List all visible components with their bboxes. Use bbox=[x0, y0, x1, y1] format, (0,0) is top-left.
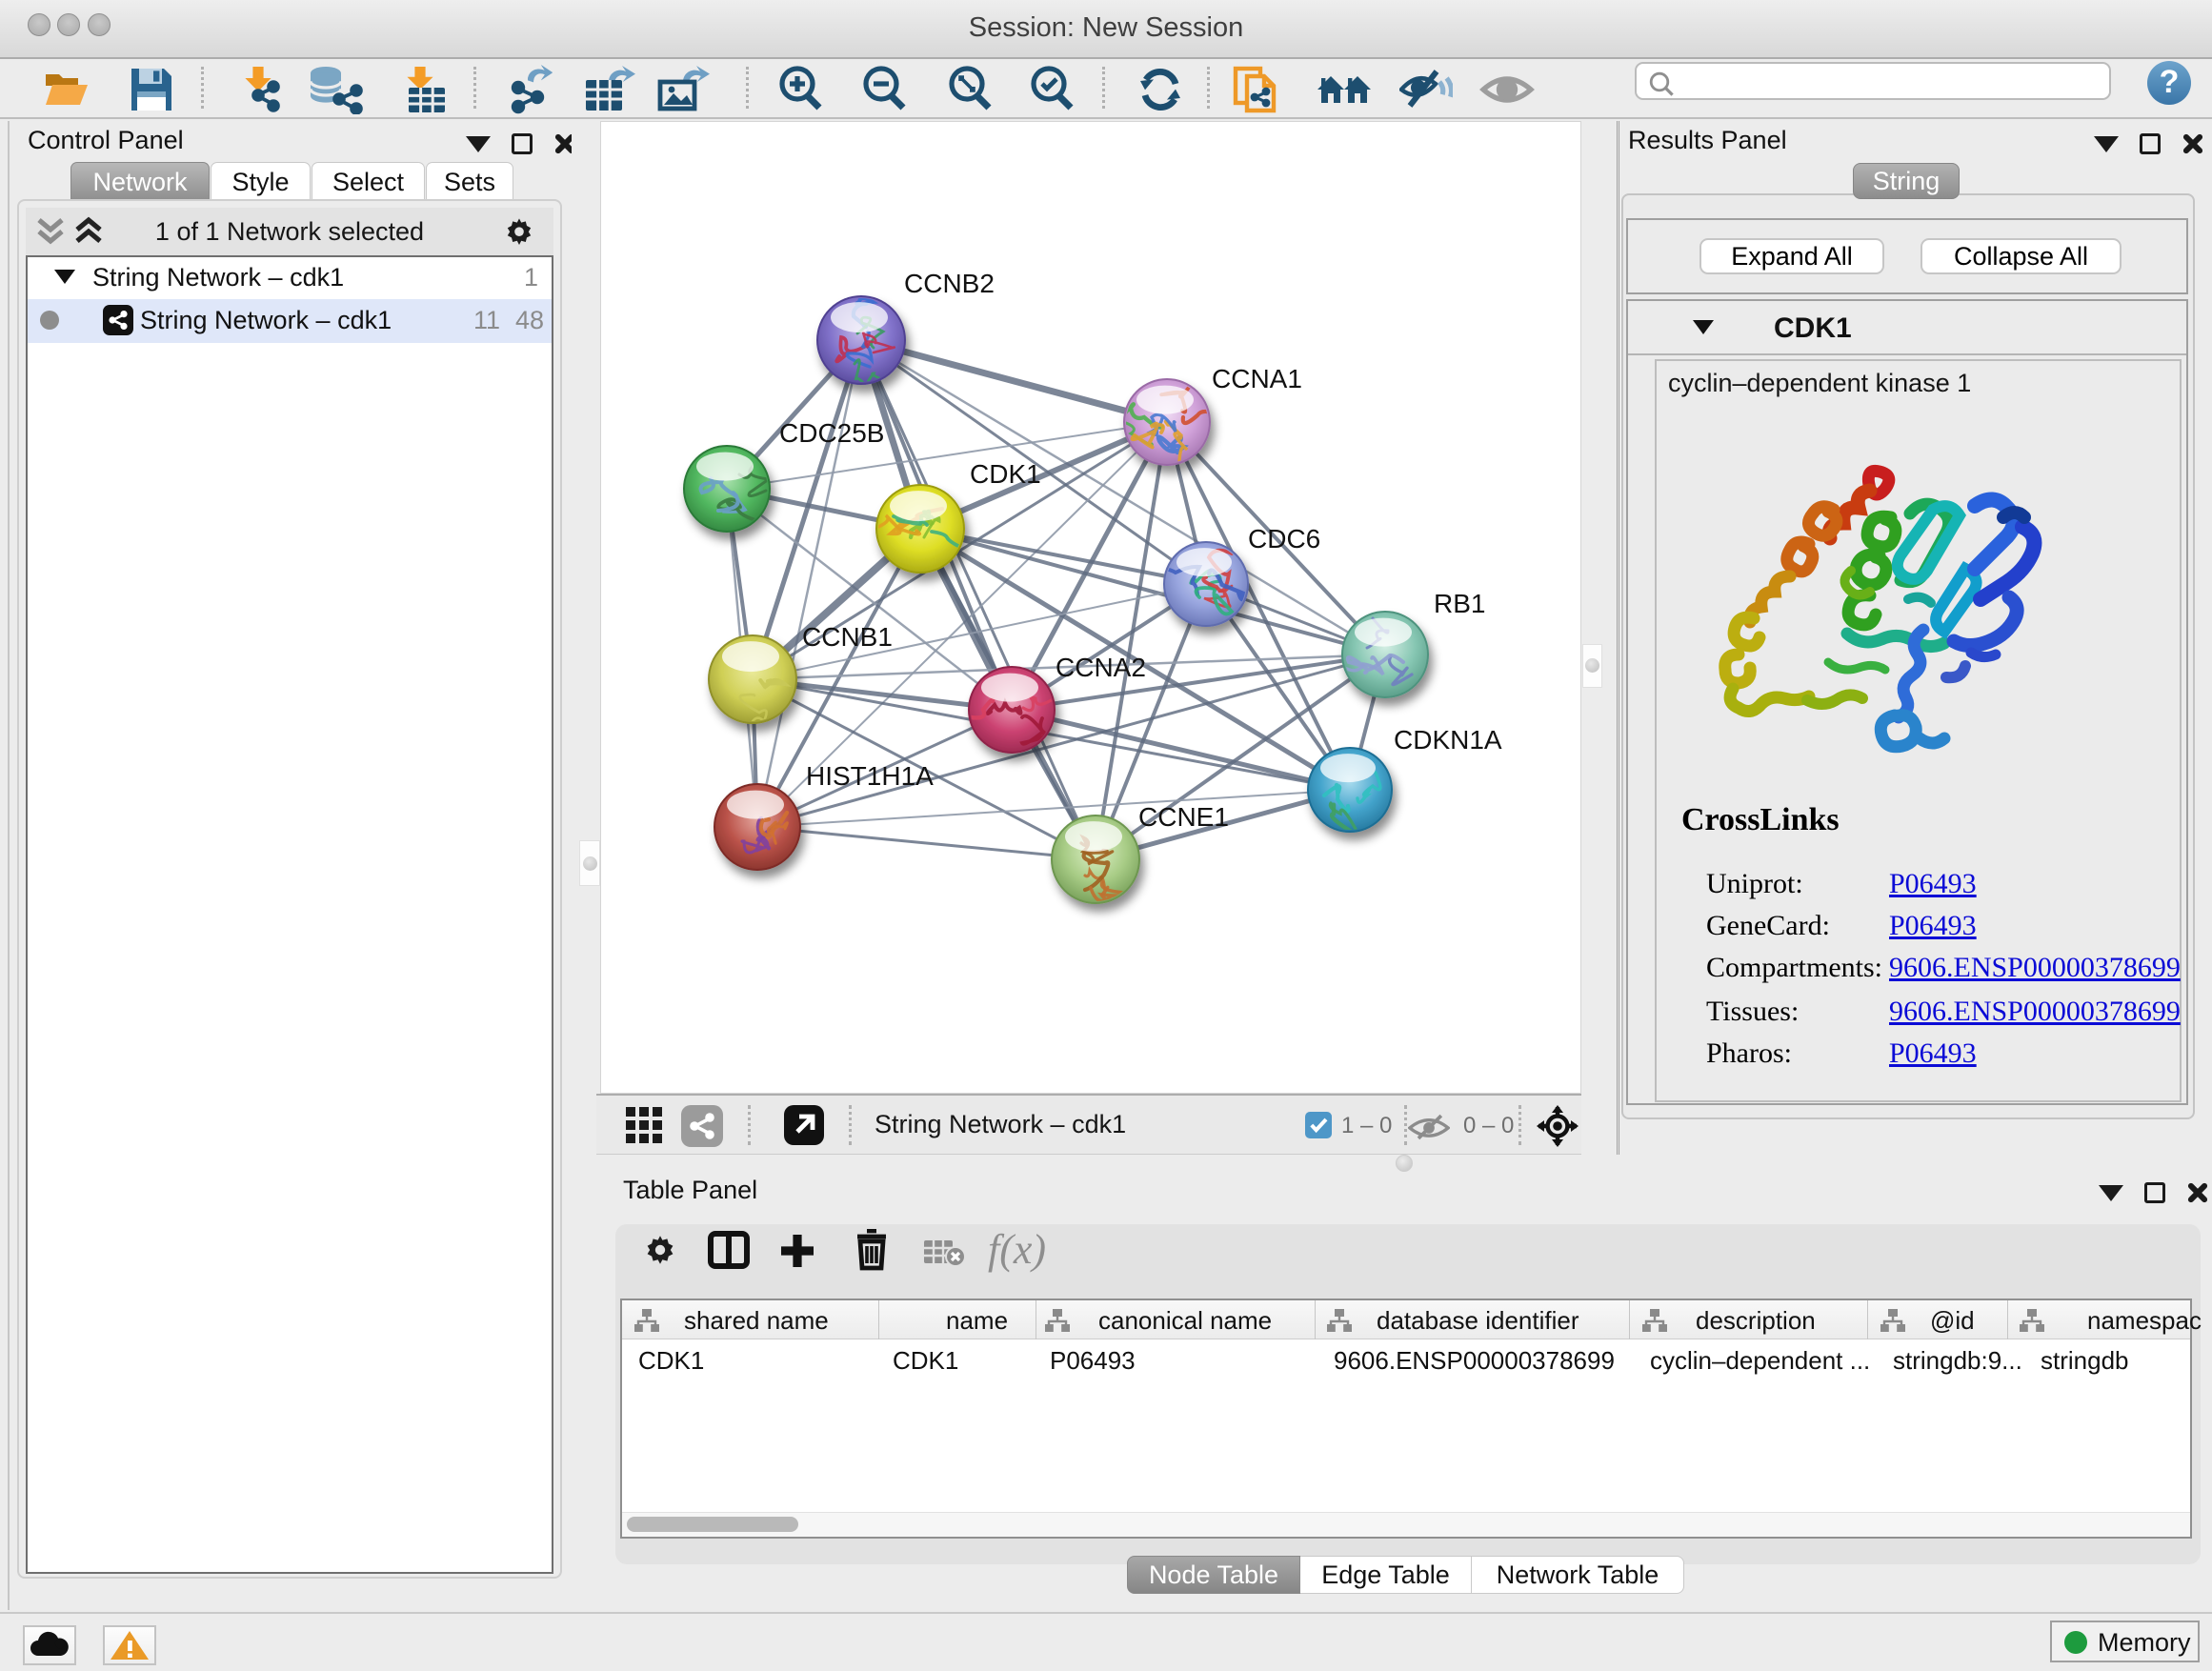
svg-text:CCNB2: CCNB2 bbox=[904, 269, 995, 298]
svg-text:CCNB1: CCNB1 bbox=[802, 622, 893, 652]
svg-text:CDC25B: CDC25B bbox=[779, 418, 884, 448]
svg-text:CCNA2: CCNA2 bbox=[1056, 653, 1146, 682]
svg-text:RB1: RB1 bbox=[1434, 589, 1485, 618]
svg-text:HIST1H1A: HIST1H1A bbox=[806, 761, 934, 791]
svg-text:CCNA1: CCNA1 bbox=[1212, 364, 1302, 393]
svg-text:CDK1: CDK1 bbox=[970, 459, 1041, 489]
svg-text:CDC6: CDC6 bbox=[1248, 524, 1320, 554]
svg-text:CCNE1: CCNE1 bbox=[1138, 802, 1229, 832]
svg-text:CDKN1A: CDKN1A bbox=[1394, 725, 1502, 755]
